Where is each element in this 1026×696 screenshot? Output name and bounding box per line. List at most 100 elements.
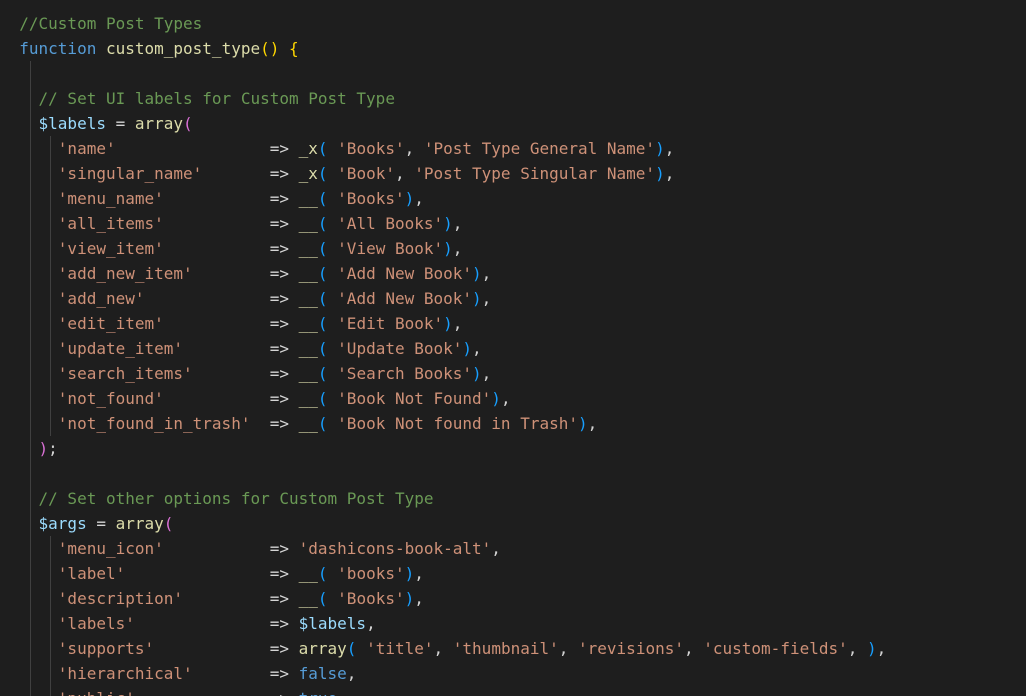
code-token: => xyxy=(125,564,299,583)
code-token: __ xyxy=(298,239,318,258)
code-line[interactable]: 'update_item' => __( 'Update Book'), xyxy=(0,336,886,361)
code-line[interactable]: 'edit_item' => __( 'Edit Book'), xyxy=(0,311,886,336)
code-token: 'Books' xyxy=(337,589,405,608)
code-token: , xyxy=(414,564,424,583)
code-token: __ xyxy=(298,589,318,608)
code-line[interactable]: 'add_new_item' => __( 'Add New Book'), xyxy=(0,261,886,286)
code-line[interactable]: 'not_found' => __( 'Book Not Found'), xyxy=(0,386,886,411)
code-token: 'update_item' xyxy=(57,339,184,358)
code-token: { xyxy=(289,39,299,58)
code-line[interactable]: 'singular_name' => _x( 'Book', 'Post Typ… xyxy=(0,161,886,186)
code-line[interactable]: //Custom Post Types xyxy=(0,11,886,36)
code-token: , xyxy=(414,589,424,608)
code-line[interactable]: 'labels' => $labels, xyxy=(0,611,886,636)
code-token: ( xyxy=(317,314,328,333)
code-token: __ xyxy=(298,364,318,383)
code-token: ( xyxy=(317,389,328,408)
code-token: // Set other options for Custom Post Typ… xyxy=(38,489,434,508)
indent-guide xyxy=(30,261,31,286)
code-token: false xyxy=(298,664,347,683)
code-token: ) xyxy=(404,589,415,608)
code-line[interactable]: // Set UI labels for Custom Post Type xyxy=(0,86,886,111)
code-token: ) xyxy=(655,164,665,183)
code-line[interactable]: 'description' => __( 'Books'), xyxy=(0,586,886,611)
code-token: __ xyxy=(298,214,318,233)
code-line[interactable]: 'menu_name' => __( 'Books'), xyxy=(0,186,886,211)
code-token: = xyxy=(105,114,135,133)
code-line[interactable]: ); xyxy=(0,436,886,461)
code-line[interactable]: function custom_post_type() { xyxy=(0,36,886,61)
code-token: __ xyxy=(298,414,318,433)
code-token: ( xyxy=(317,139,328,158)
code-area[interactable]: //Custom Post Types function custom_post… xyxy=(0,11,886,696)
code-token: ( xyxy=(317,189,328,208)
code-token: ) xyxy=(404,564,415,583)
code-token: => xyxy=(183,339,299,358)
code-token: => xyxy=(163,189,299,208)
code-token: __ xyxy=(298,389,318,408)
code-token: 'View Book' xyxy=(337,239,444,258)
code-token: 'edit_item' xyxy=(57,314,164,333)
indent-guide xyxy=(30,186,31,211)
code-token: _x xyxy=(298,164,318,183)
code-token: , xyxy=(481,264,492,283)
code-line[interactable]: 'all_items' => __( 'All Books'), xyxy=(0,211,886,236)
code-line[interactable]: 'label' => __( 'books'), xyxy=(0,561,886,586)
code-token: 'view_item' xyxy=(57,239,164,258)
code-line[interactable]: 'menu_icon' => 'dashicons-book-alt', xyxy=(0,536,886,561)
code-token: ( xyxy=(317,564,328,583)
indent-guide xyxy=(50,336,51,361)
code-line[interactable]: 'not_found_in_trash' => __( 'Book Not fo… xyxy=(0,411,886,436)
code-token: ) xyxy=(491,389,501,408)
code-line[interactable]: 'hierarchical' => false, xyxy=(0,661,886,686)
code-token: // Set UI labels for Custom Post Type xyxy=(38,89,395,108)
indent-guide xyxy=(30,586,31,611)
indent-guide xyxy=(50,636,51,661)
code-line[interactable] xyxy=(0,461,886,486)
code-line[interactable] xyxy=(0,61,886,86)
code-line[interactable]: $args = array( xyxy=(0,511,886,536)
code-token: ( xyxy=(317,589,328,608)
code-token: , xyxy=(452,239,463,258)
code-line[interactable]: 'search_items' => __( 'Search Books'), xyxy=(0,361,886,386)
code-token: => xyxy=(154,639,299,658)
code-token: => xyxy=(202,164,299,183)
code-line[interactable]: 'public' => true, xyxy=(0,686,886,696)
indent-guide xyxy=(50,261,51,286)
code-token: => xyxy=(115,139,299,158)
code-line[interactable]: // Set other options for Custom Post Typ… xyxy=(0,486,886,511)
code-line[interactable]: 'name' => _x( 'Books', 'Post Type Genera… xyxy=(0,136,886,161)
indent-guide xyxy=(30,336,31,361)
code-token: 'supports' xyxy=(57,639,155,658)
code-token: => xyxy=(163,214,299,233)
code-line[interactable]: 'supports' => array( 'title', 'thumbnail… xyxy=(0,636,886,661)
code-token: 'Add New Book' xyxy=(337,289,473,308)
code-token: ( xyxy=(317,414,328,433)
indent-guide xyxy=(30,361,31,386)
code-token: 'dashicons-book-alt' xyxy=(298,539,492,558)
code-token: $labels xyxy=(38,114,106,133)
code-token: , xyxy=(337,689,347,696)
code-token: => xyxy=(163,314,299,333)
code-token: , xyxy=(433,639,453,658)
code-token: function xyxy=(19,39,97,58)
code-token: 'menu_name' xyxy=(57,189,164,208)
code-token: 'menu_icon' xyxy=(57,539,164,558)
code-line[interactable]: $labels = array( xyxy=(0,111,886,136)
code-editor[interactable]: //Custom Post Types function custom_post… xyxy=(0,0,1026,696)
indent-guide xyxy=(30,111,31,136)
indent-guide xyxy=(50,286,51,311)
code-line[interactable]: 'view_item' => __( 'View Book'), xyxy=(0,236,886,261)
indent-guide xyxy=(30,461,31,486)
code-line[interactable]: 'add_new' => __( 'Add New Book'), xyxy=(0,286,886,311)
code-token: () xyxy=(260,39,280,58)
indent-guide xyxy=(30,136,31,161)
code-token: 'Book' xyxy=(337,164,395,183)
code-token: 'Search Books' xyxy=(337,364,473,383)
code-token: 'Books' xyxy=(337,189,405,208)
